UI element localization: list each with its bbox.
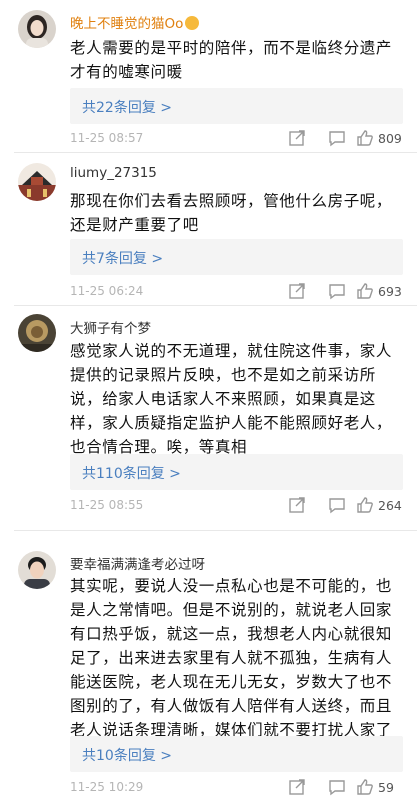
comment-meta: 11-25 06:24 693 <box>70 282 403 302</box>
comment-item: 大狮子有个梦 感觉家人说的不无道理，就住院这件事，家人提供的记录照片反映，也不是… <box>0 306 417 528</box>
view-replies-button[interactable]: 共22条回复 > <box>70 88 403 124</box>
comment-icon[interactable] <box>328 129 346 147</box>
avatar[interactable] <box>18 163 56 201</box>
timestamp: 11-25 06:24 <box>70 284 144 298</box>
username[interactable]: 晚上不睡觉的猫Oo <box>70 12 200 32</box>
comment-meta: 11-25 08:57 809 <box>70 129 403 149</box>
comment-icon[interactable] <box>328 496 346 514</box>
thumbs-up-icon[interactable] <box>356 778 374 796</box>
share-icon[interactable] <box>288 496 306 514</box>
view-replies-label: 共10条回复 > <box>82 748 172 764</box>
comment-meta: 11-25 10:29 59 <box>70 778 403 798</box>
like-count: 59 <box>378 780 394 795</box>
thumbs-up-icon[interactable] <box>356 496 374 514</box>
username[interactable]: 要幸福满满逢考必过呀 <box>70 553 205 573</box>
comment-item: 要幸福满满逢考必过呀 其实呢，要说人没一点私心也是不可能的，也是人之常情吧。但是… <box>0 531 417 800</box>
view-replies-label: 共22条回复 > <box>82 100 172 116</box>
view-replies-label: 共7条回复 > <box>82 251 164 267</box>
view-replies-label: 共110条回复 > <box>82 466 181 482</box>
avatar[interactable] <box>18 314 56 352</box>
like-count: 264 <box>378 498 402 513</box>
timestamp: 11-25 10:29 <box>70 780 144 794</box>
view-replies-button[interactable]: 共10条回复 > <box>70 736 403 772</box>
share-icon[interactable] <box>288 282 306 300</box>
username-text: 晚上不睡觉的猫Oo <box>70 16 184 32</box>
avatar[interactable] <box>18 551 56 589</box>
like-count: 809 <box>378 131 402 146</box>
comment-icon[interactable] <box>328 778 346 796</box>
timestamp: 11-25 08:57 <box>70 131 144 145</box>
emoji-icon <box>185 16 200 30</box>
comment-text: 那现在你们去看去照顾呀，管他什么房子呢，还是财产重要了吧 <box>70 192 393 234</box>
comment-text: 感觉家人说的不无道理，就住院这件事，家人提供的记录照片反映，也不是如之前采访所说… <box>70 342 393 456</box>
username[interactable]: liumy_27315 <box>70 165 157 181</box>
avatar[interactable] <box>18 10 56 48</box>
comment-icon[interactable] <box>328 282 346 300</box>
thumbs-up-icon[interactable] <box>356 129 374 147</box>
share-icon[interactable] <box>288 778 306 796</box>
thumbs-up-icon[interactable] <box>356 282 374 300</box>
like-count: 693 <box>378 284 402 299</box>
comment-item: liumy_27315 那现在你们去看去照顾呀，管他什么房子呢，还是财产重要了吧… <box>0 153 417 301</box>
view-replies-button[interactable]: 共7条回复 > <box>70 239 403 275</box>
comment-item: 晚上不睡觉的猫Oo 老人需要的是平时的陪伴，而不是临终分遗产才有的嘘寒问暖 共2… <box>0 0 417 148</box>
username[interactable]: 大狮子有个梦 <box>70 317 151 337</box>
comment-text: 老人需要的是平时的陪伴，而不是临终分遗产才有的嘘寒问暖 <box>70 39 393 81</box>
share-icon[interactable] <box>288 129 306 147</box>
view-replies-button[interactable]: 共110条回复 > <box>70 454 403 490</box>
comment-meta: 11-25 08:55 264 <box>70 496 403 516</box>
timestamp: 11-25 08:55 <box>70 498 144 512</box>
comment-text: 其实呢，要说人没一点私心也是不可能的，也是人之常情吧。但是不说别的，就说老人回家… <box>70 577 393 739</box>
